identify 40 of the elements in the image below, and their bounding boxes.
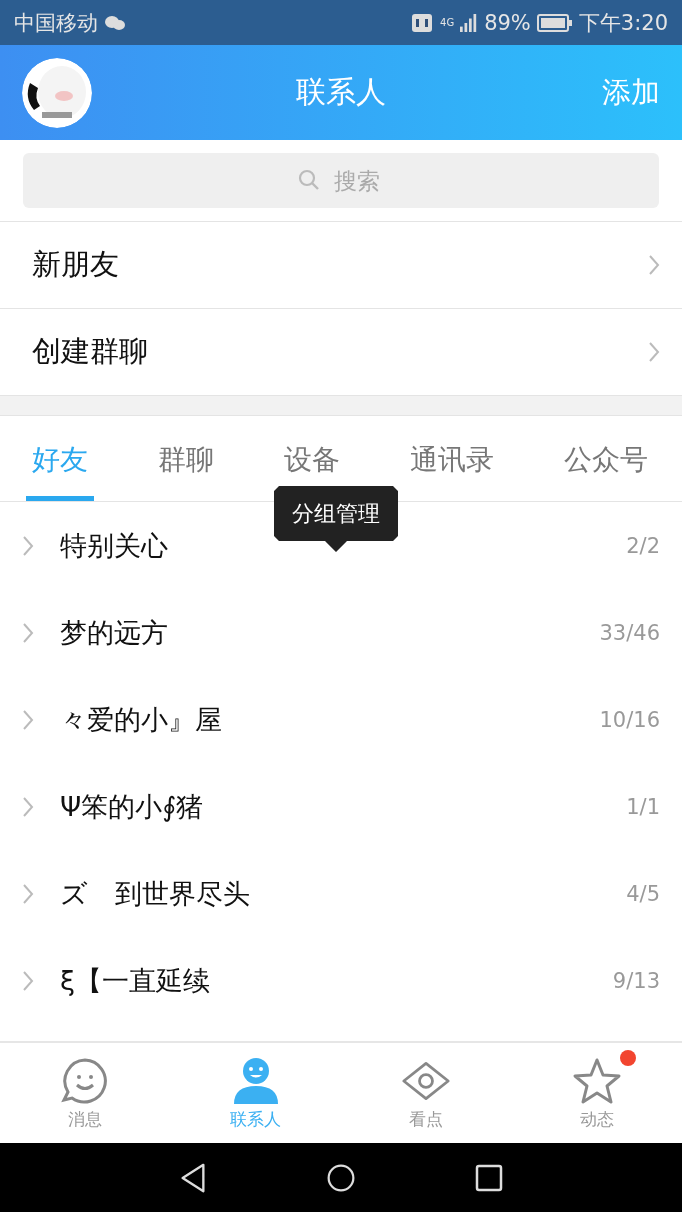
network-text: 4G bbox=[440, 17, 455, 28]
chat-bubbles-icon bbox=[104, 13, 126, 32]
chevron-icon bbox=[648, 341, 660, 363]
tab[interactable]: 群聊 bbox=[152, 416, 220, 501]
nav-item[interactable]: 看点 bbox=[341, 1043, 512, 1143]
group-count: 1/1 bbox=[626, 794, 660, 819]
battery-icon bbox=[536, 13, 573, 32]
signal-icon bbox=[460, 12, 479, 33]
group-name: Ψ笨的小∮猪 bbox=[60, 789, 205, 824]
group-count: 4/5 bbox=[626, 881, 660, 906]
nav-item[interactable]: 消息 bbox=[0, 1043, 171, 1143]
nav-item[interactable]: 联系人 bbox=[170, 1043, 341, 1143]
group-name: 梦的远方 bbox=[60, 615, 169, 650]
chevron-icon bbox=[22, 969, 34, 992]
menu-item[interactable]: 新朋友 bbox=[0, 222, 682, 309]
battery-percent: 89% bbox=[484, 10, 531, 35]
chevron-icon bbox=[22, 708, 34, 731]
group-name: ξ【一直延续 bbox=[60, 963, 212, 998]
chevron-icon bbox=[22, 795, 34, 818]
chevron-icon bbox=[648, 254, 660, 276]
tab[interactable]: 好友 bbox=[26, 416, 94, 501]
nav-item[interactable]: 动态 bbox=[511, 1043, 682, 1143]
group-count: 33/46 bbox=[599, 620, 660, 645]
clock-text: 下午3:20 bbox=[578, 9, 668, 37]
carrier-text: 中国移动 bbox=[14, 9, 98, 37]
group-count: 2/2 bbox=[626, 533, 660, 558]
search-icon bbox=[297, 168, 321, 192]
group-count: 9/13 bbox=[612, 968, 660, 993]
group-name: 特别关心 bbox=[60, 528, 169, 563]
group-name: ズ 到世界尽头 bbox=[60, 876, 251, 911]
chevron-icon bbox=[22, 882, 34, 905]
search-field[interactable]: 搜索 bbox=[23, 153, 659, 208]
chevron-icon bbox=[22, 534, 34, 557]
tab[interactable]: 通讯录 bbox=[404, 416, 500, 501]
group-count: 10/16 bbox=[599, 707, 660, 732]
tooltip: 分组管理 bbox=[274, 486, 398, 552]
tab[interactable]: 公众号 bbox=[558, 416, 654, 501]
group-name: 々爱的小』屋 bbox=[60, 702, 223, 737]
page-title: 联系人 bbox=[296, 73, 386, 111]
chevron-icon bbox=[22, 621, 34, 644]
